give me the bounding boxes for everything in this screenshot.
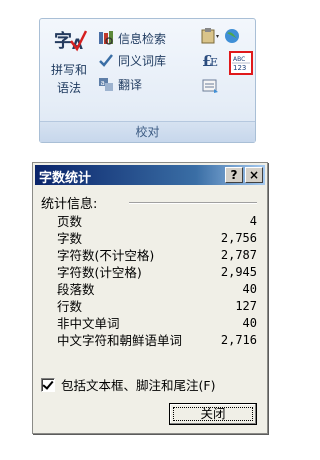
stat-row-pages: 页数 4: [57, 213, 257, 230]
set-language-icon[interactable]: £ E: [200, 51, 220, 69]
section-divider: [129, 202, 257, 204]
word-count-button[interactable]: ABC 123: [229, 51, 253, 75]
translate-label: 翻译: [118, 77, 143, 92]
stat-row-chars-with-spaces: 字符数(计空格) 2,945: [57, 264, 257, 281]
include-textboxes-checkbox[interactable]: [41, 377, 55, 392]
focus-rect: [173, 407, 253, 421]
stat-value: 2,716: [220, 333, 257, 347]
dialog-titlebar[interactable]: 字数统计 ? ×: [35, 165, 265, 186]
stat-label: 中文字符和朝鲜语单词: [57, 333, 183, 348]
stat-value: 2,756: [220, 231, 257, 245]
svg-text:a: a: [101, 79, 105, 87]
ribbon-group-label: 校对: [40, 121, 255, 142]
research-button[interactable]: 信息检索: [98, 29, 166, 47]
close-x-button[interactable]: ×: [245, 167, 263, 183]
stat-label: 字数: [57, 231, 83, 246]
stat-label: 段落数: [57, 282, 95, 297]
stat-row-words: 字数 2,756: [57, 230, 257, 247]
svg-text:字: 字: [54, 30, 72, 52]
stat-value: 4: [249, 214, 257, 228]
stat-label: 行数: [57, 299, 83, 314]
stat-row-lines: 行数 127: [57, 298, 257, 315]
spelling-grammar-label-line1: 拼写和: [50, 63, 87, 77]
stat-value: 2,945: [220, 265, 257, 279]
stat-row-cjk-chars: 中文字符和朝鲜语单词 2,716: [57, 332, 257, 349]
stat-row-paragraphs: 段落数 40: [57, 281, 257, 298]
proofing-ribbon-group: 字 A 拼写和 语法 信息检索 同义词库 a 翻译 £ E ABC 123 校对: [39, 18, 256, 143]
stat-row-non-chinese-words: 非中文单词 40: [57, 315, 257, 332]
thesaurus-label: 同义词库: [118, 53, 167, 68]
word-count-dialog: 字数统计 ? × 统计信息: 页数 4 字数 2,756 字符数(不计空格) 2…: [32, 162, 268, 434]
research-books-icon: [99, 31, 113, 45]
svg-text:E: E: [210, 56, 218, 69]
stat-label: 非中文单词: [57, 316, 120, 331]
svg-text:123: 123: [233, 64, 246, 72]
clipboard-paste-icon[interactable]: [200, 27, 220, 45]
spelling-grammar-icon: 字 A: [54, 30, 87, 53]
document-options-icon[interactable]: [200, 77, 220, 95]
statistics-list: 页数 4 字数 2,756 字符数(不计空格) 2,787 字符数(计空格) 2…: [57, 213, 257, 349]
word-count-icon: ABC 123: [232, 56, 250, 72]
close-button[interactable]: 关闭: [169, 403, 257, 425]
svg-text:ABC: ABC: [233, 56, 245, 63]
stat-value: 40: [242, 282, 257, 296]
stat-value: 127: [235, 299, 257, 313]
stat-label: 页数: [57, 214, 83, 229]
thesaurus-button[interactable]: 同义词库: [98, 51, 166, 69]
help-button[interactable]: ?: [225, 167, 243, 183]
stat-value: 2,787: [220, 248, 257, 262]
stat-label: 字符数(不计空格): [57, 248, 155, 263]
translate-button[interactable]: a 翻译: [98, 75, 142, 93]
research-label: 信息检索: [118, 31, 167, 46]
include-textboxes-label: 包括文本框、脚注和尾注(F): [61, 378, 216, 393]
stat-row-chars-no-spaces: 字符数(不计空格) 2,787: [57, 247, 257, 264]
translate-icon: a: [99, 78, 113, 91]
thesaurus-icon: [99, 54, 113, 67]
spelling-grammar-label-line2: 语法: [56, 81, 81, 95]
stat-label: 字符数(计空格): [57, 265, 142, 280]
include-textboxes-option[interactable]: 包括文本框、脚注和尾注(F): [41, 375, 215, 394]
globe-icon[interactable]: [222, 27, 242, 45]
dialog-title: 字数统计: [39, 171, 92, 186]
stat-value: 40: [242, 316, 257, 330]
spelling-grammar-button[interactable]: 字 A 拼写和 语法: [46, 23, 92, 115]
statistics-section-label: 统计信息:: [41, 197, 98, 212]
